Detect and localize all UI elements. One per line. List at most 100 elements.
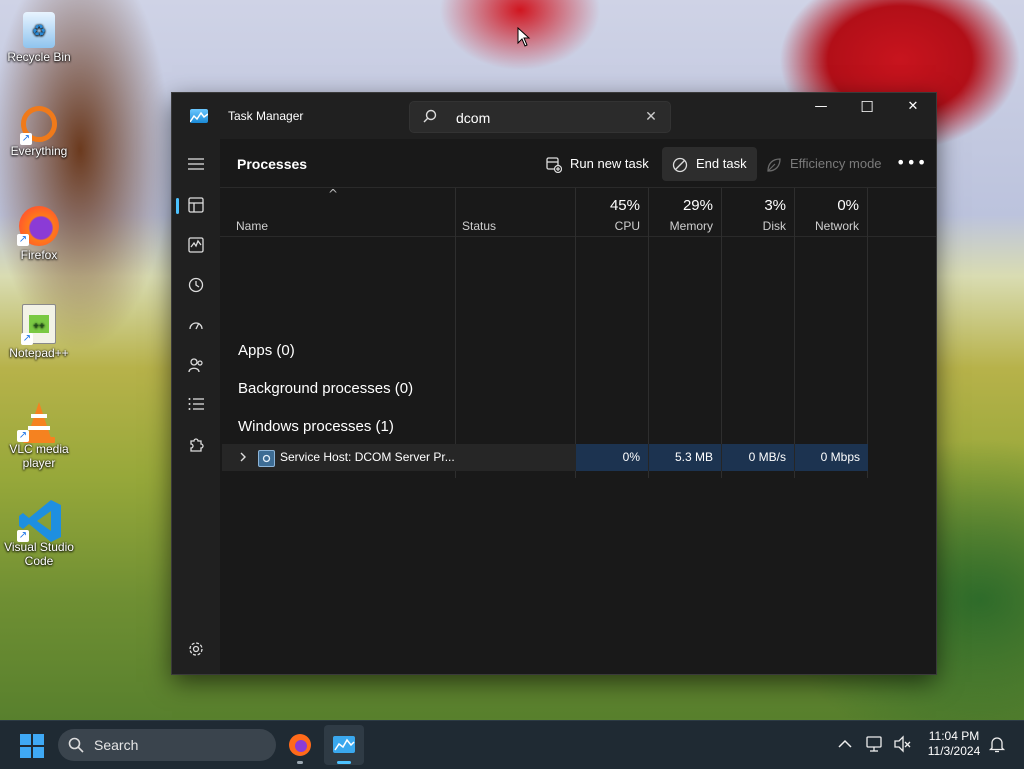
hamburger-icon: [188, 158, 204, 170]
system-clock[interactable]: 11:04 PM 11/3/2024: [920, 729, 988, 759]
taskbar-firefox[interactable]: [286, 731, 314, 764]
column-label-network: Network: [814, 219, 859, 233]
vlc-cone-icon: ↗: [17, 400, 59, 443]
desktop-icon-vscode[interactable]: ↗ Visual Studio Code: [4, 498, 74, 568]
taskbar-search-label: Search: [94, 737, 139, 753]
efficiency-mode-button[interactable]: Efficiency mode: [756, 147, 892, 181]
nav-services[interactable]: [176, 427, 216, 463]
firefox-icon: [289, 734, 311, 756]
column-header-name[interactable]: Name: [220, 188, 456, 236]
search-icon: [423, 109, 437, 123]
column-divider: [794, 188, 795, 478]
bell-icon: [988, 737, 1006, 753]
group-header-windows-processes[interactable]: Windows processes (1): [238, 418, 394, 435]
desktop-icon-everything[interactable]: ↗ Everything: [4, 106, 74, 158]
maximize-button[interactable]: ☐: [844, 93, 890, 123]
minimize-button[interactable]: —: [798, 93, 844, 123]
column-divider: [721, 188, 722, 478]
run-new-task-button[interactable]: Run new task: [536, 147, 659, 181]
everything-icon: ↗: [20, 106, 57, 145]
window-title: Task Manager: [228, 109, 304, 123]
search-input[interactable]: [454, 107, 638, 129]
recycle-bin-icon: ♻: [23, 12, 55, 48]
desktop-icon-vlc[interactable]: ↗ VLC media player: [4, 400, 74, 470]
more-options-button[interactable]: •••: [896, 151, 926, 179]
taskbar-search[interactable]: Search: [58, 729, 276, 761]
cpu-total-percent: 45%: [609, 197, 640, 214]
desktop-icon-label: Everything: [10, 144, 68, 158]
column-label-name: Name: [236, 219, 269, 233]
nav-performance[interactable]: [176, 227, 216, 263]
task-manager-app-icon: [189, 109, 209, 123]
disk-total-percent: 3%: [764, 197, 786, 214]
efficiency-mode-label: Efficiency mode: [790, 156, 882, 171]
notepad-plus-plus-icon: ++ ↗: [21, 304, 56, 345]
leaf-icon: [767, 158, 781, 172]
group-header-background-processes[interactable]: Background processes (0): [238, 380, 413, 397]
page-title: Processes: [237, 156, 308, 172]
details-list-icon: [188, 398, 204, 410]
column-header-network[interactable]: 0% Network: [795, 188, 867, 236]
volume-muted-icon: [894, 735, 911, 753]
processes-page: Processes Run new task End task Efficien…: [220, 139, 936, 674]
show-hidden-icons-button[interactable]: [836, 735, 854, 753]
task-manager-app-icon: [333, 736, 355, 753]
search-box[interactable]: ✕: [409, 101, 671, 133]
notifications-button[interactable]: [988, 735, 1006, 753]
shortcut-arrow-icon: ↗: [17, 530, 29, 542]
process-network: 0 Mbps: [795, 444, 868, 471]
column-header-memory[interactable]: 29% Memory: [649, 188, 721, 236]
chevron-up-icon: [838, 739, 852, 748]
column-header-status[interactable]: Status: [446, 188, 566, 236]
run-new-task-icon: [546, 157, 562, 173]
taskbar: Search 11:04 PM 11/3/2024: [0, 720, 1024, 769]
nav-users[interactable]: [176, 347, 216, 383]
taskbar-task-manager[interactable]: [324, 725, 364, 765]
active-indicator: [337, 761, 351, 764]
processes-icon: [188, 197, 204, 213]
column-label-memory: Memory: [669, 219, 713, 233]
column-header-cpu[interactable]: 45% CPU: [576, 188, 648, 236]
nav-app-history[interactable]: [176, 267, 216, 303]
clear-search-button[interactable]: ✕: [642, 108, 660, 126]
task-manager-window: Task Manager ✕ — ☐ ✕: [172, 93, 936, 674]
shortcut-arrow-icon: ↗: [21, 333, 33, 345]
process-memory: 5.3 MB: [649, 444, 721, 471]
run-new-task-label: Run new task: [570, 156, 649, 171]
desktop-icon-notepad-plus-plus[interactable]: ++ ↗ Notepad++: [4, 304, 74, 360]
end-task-label: End task: [696, 156, 747, 171]
expand-chevron-icon[interactable]: [236, 450, 250, 464]
nav-settings[interactable]: [176, 631, 216, 667]
column-header-disk[interactable]: 3% Disk: [722, 188, 794, 236]
close-button[interactable]: ✕: [890, 93, 936, 123]
shortcut-arrow-icon: ↗: [20, 133, 32, 145]
running-indicator: [297, 761, 303, 764]
shortcut-arrow-icon: ↗: [17, 234, 29, 246]
clock-date: 11/3/2024: [927, 744, 981, 758]
gear-icon: [189, 642, 203, 656]
title-bar[interactable]: Task Manager ✕ — ☐ ✕: [172, 93, 936, 139]
desktop-icon-label: Visual Studio Code: [4, 540, 74, 568]
sidebar-nav: [172, 139, 220, 674]
shortcut-arrow-icon: ↗: [17, 430, 29, 442]
performance-icon: [188, 237, 204, 253]
column-label-status: Status: [462, 219, 497, 233]
memory-total-percent: 29%: [682, 197, 713, 214]
end-task-button[interactable]: End task: [662, 147, 757, 181]
column-divider: [648, 188, 649, 478]
nav-details[interactable]: [176, 387, 216, 423]
group-header-apps[interactable]: Apps (0): [238, 342, 295, 359]
nav-processes[interactable]: [176, 187, 216, 223]
nav-startup-apps[interactable]: [176, 307, 216, 343]
start-button[interactable]: [20, 734, 44, 758]
desktop-icon-recycle-bin[interactable]: ♻ Recycle Bin: [4, 12, 74, 64]
process-cpu: 0%: [576, 444, 648, 471]
column-label-disk: Disk: [762, 219, 786, 233]
volume-tray-button[interactable]: [894, 735, 912, 753]
hamburger-menu-button[interactable]: [176, 147, 216, 183]
table-row[interactable]: Service Host: DCOM Server Pr... 0% 5.3 M…: [222, 444, 868, 471]
column-divider: [455, 188, 456, 478]
desktop-icon-firefox[interactable]: ↗ Firefox: [4, 206, 74, 262]
network-tray-button[interactable]: [866, 735, 886, 753]
desktop-icon-label: Firefox: [20, 248, 58, 262]
